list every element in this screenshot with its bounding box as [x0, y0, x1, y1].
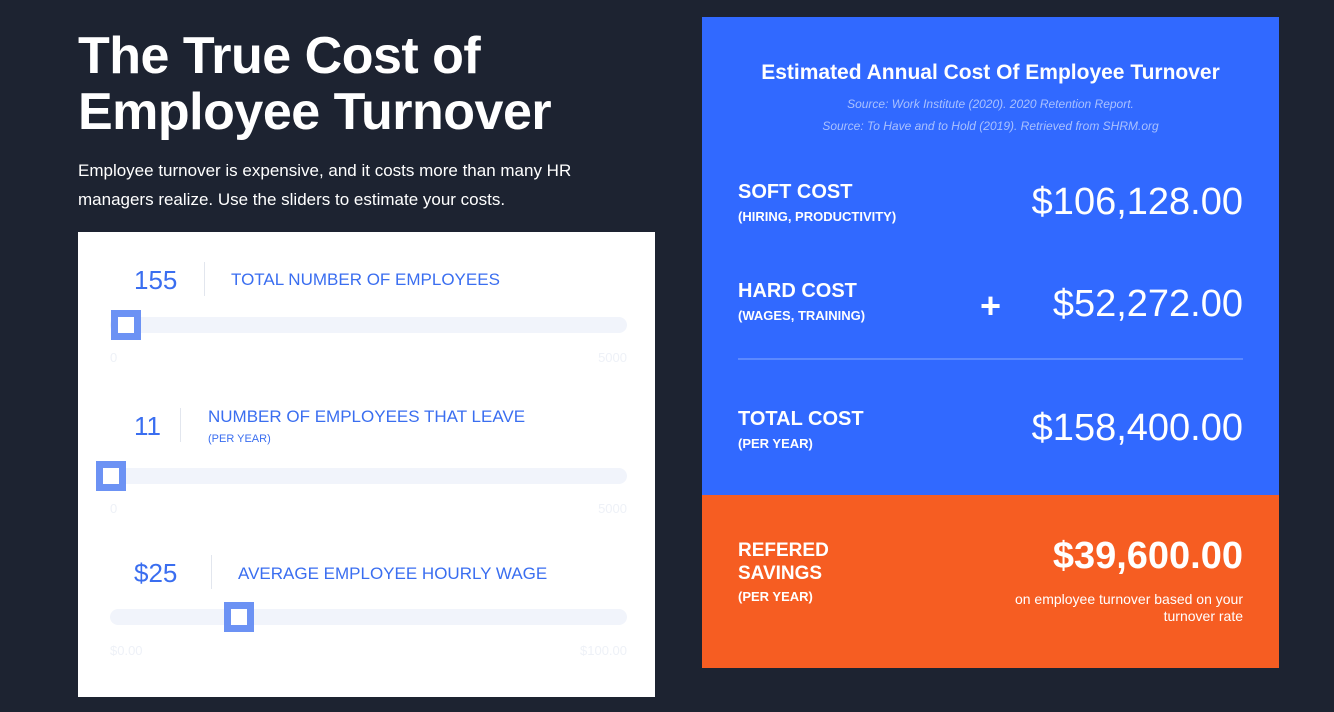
total-cost-sublabel: (PER YEAR)	[738, 436, 813, 451]
total-employees-slider-track[interactable]	[110, 310, 627, 340]
slider-header: 11 NUMBER OF EMPLOYEES THAT LEAVE (PER Y…	[78, 406, 655, 446]
page-subtitle: Employee turnover is expensive, and it c…	[78, 161, 572, 209]
slider-min-label: 0	[110, 350, 118, 365]
slider-max-label: $100.00	[580, 643, 627, 658]
soft-cost-amount: $106,128.00	[1031, 181, 1243, 223]
savings-panel: REFERED SAVINGS (PER YEAR) $39,600.00 on…	[702, 495, 1279, 668]
hourly-wage-slider-track[interactable]	[110, 602, 627, 632]
savings-label: REFERED SAVINGS	[738, 540, 829, 584]
page-title-line-1: The True Cost of	[78, 27, 481, 85]
employees-leave-slider-track[interactable]	[96, 461, 627, 491]
total-cost-label: TOTAL COST	[738, 408, 864, 430]
total-employees-slider-thumb[interactable]	[111, 310, 142, 340]
value-divider	[180, 408, 181, 442]
value-divider	[204, 262, 205, 296]
hard-cost-amount: $52,272.00	[1052, 283, 1243, 325]
source-citation-1: Source: Work Institute (2020). 2020 Rete…	[847, 97, 1134, 111]
slider-sublabel: (PER YEAR)	[208, 433, 271, 445]
savings-amount: $39,600.00	[1052, 535, 1243, 577]
savings-sublabel: (PER YEAR)	[738, 589, 813, 604]
hourly-wage-slider-thumb[interactable]	[224, 602, 255, 632]
slider-header: 155 TOTAL NUMBER OF EMPLOYEES	[78, 260, 655, 300]
slider-value: 11	[134, 411, 161, 441]
slider-label: AVERAGE EMPLOYEE HOURLY WAGE	[238, 564, 548, 583]
slider-min-label: $0.00	[110, 643, 143, 658]
slider-header: $25 AVERAGE EMPLOYEE HOURLY WAGE	[78, 553, 655, 593]
slider-min-label: 0	[110, 501, 118, 516]
calculator-card: 155 TOTAL NUMBER OF EMPLOYEES 0 5000 11 …	[78, 232, 655, 697]
source-citation-2: Source: To Have and to Hold (2019). Retr…	[822, 119, 1159, 133]
slider-value: $25	[134, 558, 178, 588]
page-title-line-2: Employee Turnover	[78, 83, 552, 141]
cost-divider	[738, 358, 1243, 360]
slider-label: TOTAL NUMBER OF EMPLOYEES	[231, 270, 500, 289]
value-divider	[211, 555, 212, 589]
total-cost-amount: $158,400.00	[1031, 407, 1243, 449]
hard-cost-sublabel: (WAGES, TRAINING)	[738, 308, 866, 323]
employees-leave-slider-thumb[interactable]	[96, 461, 127, 491]
slider-value: 155	[134, 265, 178, 295]
panel-title: Estimated Annual Cost Of Employee Turnov…	[761, 61, 1220, 84]
slider-max-label: 5000	[598, 350, 627, 365]
cost-summary-panel: Estimated Annual Cost Of Employee Turnov…	[702, 17, 1279, 495]
savings-note: on employee turnover based on your turno…	[1014, 591, 1243, 624]
slider-max-label: 5000	[598, 501, 627, 516]
hard-cost-label: HARD COST	[738, 280, 857, 302]
plus-sign: +	[980, 285, 1002, 326]
soft-cost-sublabel: (HIRING, PRODUCTIVITY)	[738, 209, 897, 224]
slider-label: NUMBER OF EMPLOYEES THAT LEAVE	[208, 407, 526, 426]
soft-cost-label: SOFT COST	[738, 181, 853, 203]
page-title: The True Cost of Employee Turnover	[78, 28, 638, 140]
